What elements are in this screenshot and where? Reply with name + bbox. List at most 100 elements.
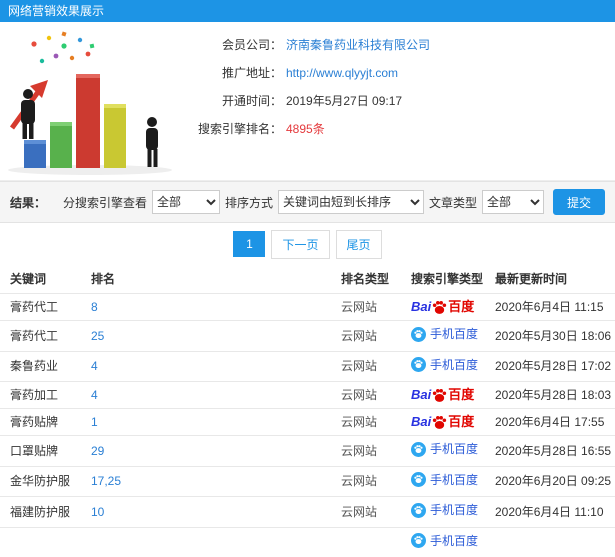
table-row: 膏药代工 25 云网站手机百度2020年5月30日 18:06 [0,321,615,352]
sort-select[interactable]: 关键词由短到长排序 [278,190,424,214]
baidu-logo-cn: 百度 [448,294,474,320]
rank-table: 关键词 排名 排名类型 搜索引擎类型 最新更新时间 膏药代工 8 云网站 Bai 百度 2… [0,265,615,557]
table-row: 膏药贴牌 1 云网站Bai百度 2020年6月4日 17:55 [0,409,615,436]
open-time-value: 2019年5月27日 09:17 [286,92,402,110]
pagination: 1 下一页 尾页 [0,223,615,265]
rank-count-value: 4895条 [286,120,325,138]
mobile-baidu-icon [411,442,426,457]
header-rank-type: 排名类型 [335,265,405,294]
engine-cell: 手机百度 [405,466,489,497]
keyword-cell: 口罩贴牌 [0,436,85,467]
rank-type-cell: 云网站 [335,436,405,467]
keyword-cell: 膏药代工 [0,321,85,352]
rank-type-cell: 云网站 [335,466,405,497]
table-row: 膏药代工8云网站Bai百度2020年6月4日 11:15 [0,294,615,321]
time-cell: 2020年6月20日 09:25 [489,466,615,497]
keyword-cell: 秦鲁药业 [0,351,85,382]
time-cell [489,527,615,557]
baidu-paw-icon [432,415,447,430]
baidu-pc-logo: Bai 百度 [411,382,474,408]
next-page-button[interactable]: 下一页 [271,230,329,259]
baidu-paw-icon [432,388,447,403]
mobile-baidu-label: 手机百度 [430,497,478,523]
info-row-rank-count: 搜索引擎排名： 4895条 [178,120,609,138]
url-label: 推广地址： [178,64,282,82]
time-cell: 2020年6月4日 17:55 [489,409,615,436]
mobile-baidu-label: 手机百度 [430,528,478,554]
open-time-label: 开通时间： [178,92,282,110]
engine-cell: 手机百度 [405,321,489,352]
keyword-cell: 膏药贴牌 [0,409,85,436]
table-row: 福建防护服 10 云网站手机百度 2020年6月4日 11:10 [0,497,615,528]
header-update-time: 最新更新时间 [489,265,615,294]
result-label: 结果： [10,194,46,211]
article-type-select[interactable]: 全部 [482,190,544,214]
time-cell: 2020年5月30日 18:06 [489,321,615,352]
rank-type-cell [335,527,405,557]
filter-controls: 分搜索引擎查看 全部 排序方式 关键词由短到长排序 文章类型 全部 提交 [63,189,605,215]
engine-cell: 手机百度 [405,351,489,382]
rank-cell [85,527,335,557]
rank-cell: 1 [85,409,335,436]
rank-link[interactable]: 17,25 [91,474,121,488]
chart-clipart [4,28,176,176]
rank-link[interactable]: 4 [91,359,98,373]
time-cell: 2020年6月4日 11:10 [489,497,615,528]
table-body: 膏药代工8云网站Bai百度2020年6月4日 11:15膏药代工25云网站手机百… [0,294,615,557]
rank-link[interactable]: 25 [91,329,104,343]
header-engine-type: 搜索引擎类型 [405,265,489,294]
rank-link[interactable]: 29 [91,444,104,458]
rank-cell: 17,25 [85,466,335,497]
baidu-paw-icon [432,300,447,315]
rank-cell: 4 [85,382,335,409]
mobile-baidu-badge: 手机百度 [411,497,478,523]
baidu-logo-cn: 百度 [448,382,474,408]
page-button-current[interactable]: 1 [233,231,265,257]
filter-bar: 结果： 分搜索引擎查看 全部 排序方式 关键词由短到长排序 文章类型 全部 提交 [0,181,615,223]
page-title: 网络营销效果展示 [0,0,615,22]
baidu-pc-logo: Bai百度 [411,409,474,435]
mobile-baidu-badge: 手机百度 [411,352,478,378]
sort-label: 排序方式 [225,194,273,211]
engine-filter-select[interactable]: 全部 [152,190,220,214]
rank-link[interactable]: 8 [91,300,98,314]
info-row-open-time: 开通时间： 2019年5月27日 09:17 [178,92,609,110]
mobile-baidu-badge: 手机百度 [411,467,478,493]
engine-cell: Bai 百度 [405,294,489,321]
submit-button[interactable]: 提交 [553,189,605,215]
company-label: 会员公司： [178,36,282,54]
engine-cell: Bai百度 [405,409,489,436]
table-row: 膏药加工4云网站Bai百度2020年5月28日 18:03 [0,382,615,409]
info-row-url: 推广地址： http://www.qlyyjt.com [178,64,609,82]
rank-link[interactable]: 1 [91,415,98,429]
time-cell: 2020年5月28日 17:02 [489,351,615,382]
time-cell: 2020年5月28日 18:03 [489,382,615,409]
rank-link[interactable]: 4 [91,388,98,402]
mobile-baidu-icon [411,503,426,518]
baidu-logo-bai: Bai [411,382,431,408]
table-row: 口罩贴牌29云网站手机百度2020年5月28日 16:55 [0,436,615,467]
mobile-baidu-label: 手机百度 [430,467,478,493]
rank-count-label: 搜索引擎排名： [178,120,282,138]
rank-type-cell: 云网站 [335,497,405,528]
table-header-row: 关键词 排名 排名类型 搜索引擎类型 最新更新时间 [0,265,615,294]
rank-type-cell: 云网站 [335,294,405,321]
engine-cell: 手机百度 [405,497,489,528]
mobile-baidu-badge: 手机百度 [411,528,478,554]
rank-type-cell: 云网站 [335,321,405,352]
rank-link[interactable]: 10 [91,505,104,519]
keyword-cell: 福建防护服 [0,497,85,528]
table-row: 秦鲁药业4云网站手机百度2020年5月28日 17:02 [0,351,615,382]
time-cell: 2020年5月28日 16:55 [489,436,615,467]
header-rank: 排名 [85,265,335,294]
promotion-url-link[interactable]: http://www.qlyyjt.com [286,64,398,82]
baidu-logo-bai: Bai [411,294,431,320]
last-page-button[interactable]: 尾页 [336,230,382,259]
keyword-cell: 膏药代工 [0,294,85,321]
engine-cell: Bai 百度 [405,382,489,409]
rank-cell: 25 [85,321,335,352]
rank-cell: 10 [85,497,335,528]
rank-type-cell: 云网站 [335,409,405,436]
company-link[interactable]: 济南秦鲁药业科技有限公司 [286,36,430,54]
rank-type-cell: 云网站 [335,382,405,409]
